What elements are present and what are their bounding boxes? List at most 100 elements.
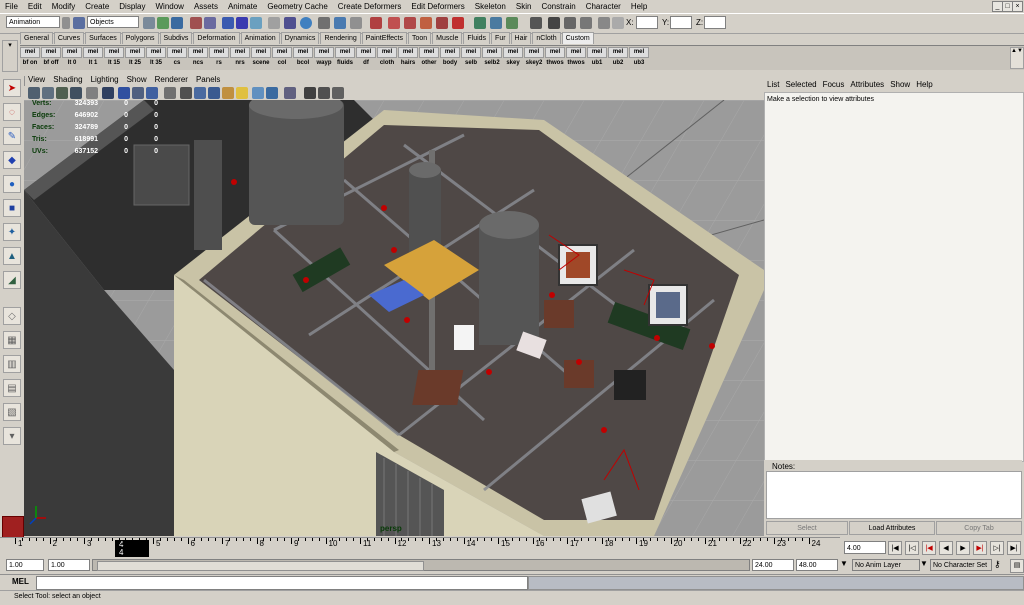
anim-prefs-icon[interactable]: ▤	[1010, 559, 1024, 573]
shelf-button[interactable]: mel rs	[209, 47, 229, 69]
channel-box-icon[interactable]	[530, 17, 542, 29]
rotate-tool-icon[interactable]: ●	[3, 175, 21, 193]
graph-persp-icon[interactable]: ▧	[3, 403, 21, 421]
time-slider[interactable]: 4 4 1 2 3 4 5 6 7 8 9 10 11 12 13 14 15 16 17 18 19 20 21 22 2…	[0, 537, 840, 558]
gate-mask-icon[interactable]	[132, 87, 144, 99]
camera-attr-icon[interactable]	[42, 87, 54, 99]
menuset-dropdown[interactable]: Animation	[6, 16, 60, 28]
hierarchy-mode-icon[interactable]	[143, 17, 155, 29]
select-tool-icon[interactable]: ➤	[3, 79, 21, 97]
film-gate-icon[interactable]	[102, 87, 114, 99]
menu-character[interactable]: Character	[581, 2, 626, 11]
range-start-field[interactable]: 1.00	[48, 559, 90, 571]
shelf-button[interactable]: mel body	[440, 47, 460, 69]
shelf-button[interactable]: mel fluids	[335, 47, 355, 69]
shelf-button[interactable]: mel selb2	[482, 47, 502, 69]
shelf-button[interactable]: mel ub2	[608, 47, 628, 69]
shelf-button[interactable]: mel thwos	[545, 47, 565, 69]
shelf-tab-rendering[interactable]: Rendering	[320, 32, 361, 44]
shelf-button[interactable]: mel df	[356, 47, 376, 69]
mask-curve-icon[interactable]	[222, 17, 234, 29]
manipulator-icon[interactable]: ✦	[3, 223, 21, 241]
safe-action-icon[interactable]	[164, 87, 176, 99]
attr-menu-attributes[interactable]: Attributes	[847, 80, 887, 89]
soft-mod-icon[interactable]: ▲	[3, 247, 21, 265]
lasso-tool-icon[interactable]: ◌	[3, 103, 21, 121]
snap-view-icon[interactable]	[370, 17, 382, 29]
shelf-tab-curves[interactable]: Curves	[53, 32, 85, 44]
shelf-tab-ncloth[interactable]: nCloth	[532, 32, 561, 44]
shelf-tab-muscle[interactable]: Muscle	[432, 32, 463, 44]
close-icon[interactable]: ×	[1012, 1, 1023, 12]
render-icon[interactable]	[404, 17, 416, 29]
mask-deform-icon[interactable]	[250, 17, 262, 29]
x-field[interactable]	[636, 16, 658, 29]
select-button[interactable]: Select	[766, 521, 848, 535]
menu-file[interactable]: File	[0, 2, 23, 11]
range-slider[interactable]	[92, 559, 750, 571]
menu-create-deformers[interactable]: Create Deformers	[333, 2, 407, 11]
paint-select-icon[interactable]: ✎	[3, 127, 21, 145]
play-backward-icon[interactable]: ◀	[939, 541, 953, 555]
shelf-tab-dynamics[interactable]: Dynamics	[280, 32, 320, 44]
grid-icon[interactable]	[86, 87, 98, 99]
panel-menu-renderer[interactable]: Renderer	[151, 75, 192, 84]
attr-menu-selected[interactable]: Selected	[782, 80, 819, 89]
menu-constrain[interactable]: Constrain	[536, 2, 580, 11]
range-end-field[interactable]: 24.00	[752, 559, 794, 571]
menu-help[interactable]: Help	[626, 2, 652, 11]
sidebar-toggle-icon[interactable]	[506, 17, 518, 29]
shelf-tab-toon[interactable]: Toon	[407, 32, 432, 44]
menu-modify[interactable]: Modify	[47, 2, 81, 11]
menu-geometry-cache[interactable]: Geometry Cache	[262, 2, 332, 11]
mask-misc-icon[interactable]	[300, 17, 312, 29]
move-tool-icon[interactable]: ◆	[3, 151, 21, 169]
hq-render-icon[interactable]	[304, 87, 316, 99]
menu-animate[interactable]: Animate	[223, 2, 262, 11]
character-set-dropdown[interactable]: No Character Set	[930, 559, 992, 571]
anim-layer-dropdown-arrow-icon[interactable]: ▼	[920, 559, 930, 571]
shelf-button[interactable]: mel cs	[167, 47, 187, 69]
y-field[interactable]	[670, 16, 692, 29]
field-chart-icon[interactable]	[146, 87, 158, 99]
go-to-end-icon[interactable]: ▶|	[1007, 541, 1021, 555]
mask-render-icon[interactable]	[284, 17, 296, 29]
tool-settings-icon[interactable]	[564, 17, 576, 29]
selection-mask-dropdown[interactable]: Objects	[87, 16, 139, 28]
input-line-icon[interactable]	[490, 17, 502, 29]
anim-layer-dropdown[interactable]: No Anim Layer	[852, 559, 920, 571]
menu-skin[interactable]: Skin	[511, 2, 537, 11]
menu-edit[interactable]: Edit	[23, 2, 47, 11]
hypershade-icon[interactable]	[452, 17, 464, 29]
shelf-button[interactable]: mel lt 25	[125, 47, 145, 69]
shelf-button[interactable]: mel lt 15	[104, 47, 124, 69]
shelf-button[interactable]: mel nrs	[230, 47, 250, 69]
motion-blur-icon[interactable]	[332, 87, 344, 99]
shelf-button[interactable]: mel col	[272, 47, 292, 69]
collapse-icon[interactable]	[62, 17, 70, 29]
menu-edit-deformers[interactable]: Edit Deformers	[406, 2, 469, 11]
shelf-tab-fluids[interactable]: Fluids	[463, 32, 491, 44]
shelf-button[interactable]: mel ub3	[629, 47, 649, 69]
render-settings-icon[interactable]	[436, 17, 448, 29]
menu-skeleton[interactable]: Skeleton	[470, 2, 511, 11]
outliner-persp-icon[interactable]: ▤	[3, 379, 21, 397]
two-pane-icon[interactable]: ▥	[3, 355, 21, 373]
camera-select-icon[interactable]	[28, 87, 40, 99]
step-forward-icon[interactable]: ▷|	[990, 541, 1004, 555]
shelf-button[interactable]: mel skey	[503, 47, 523, 69]
panel-menu-view[interactable]: View	[24, 75, 49, 84]
input-ops-icon[interactable]	[474, 17, 486, 29]
load-attributes-button[interactable]: Load Attributes	[849, 521, 935, 535]
shelf-button[interactable]: mel skey2	[524, 47, 544, 69]
shelf-button[interactable]: mel bcol	[293, 47, 313, 69]
component-mode-icon[interactable]	[171, 17, 183, 29]
shelf-button[interactable]: mel other	[419, 47, 439, 69]
shelf-button[interactable]: mel wayp	[314, 47, 334, 69]
shelf-tab-fur[interactable]: Fur	[491, 32, 510, 44]
shelf-scroll-icon[interactable]: ▲▼	[1010, 47, 1024, 69]
textured-icon[interactable]	[222, 87, 234, 99]
attr-menu-show[interactable]: Show	[887, 80, 913, 89]
smooth-shade-icon[interactable]	[194, 87, 206, 99]
menu-assets[interactable]: Assets	[189, 2, 223, 11]
